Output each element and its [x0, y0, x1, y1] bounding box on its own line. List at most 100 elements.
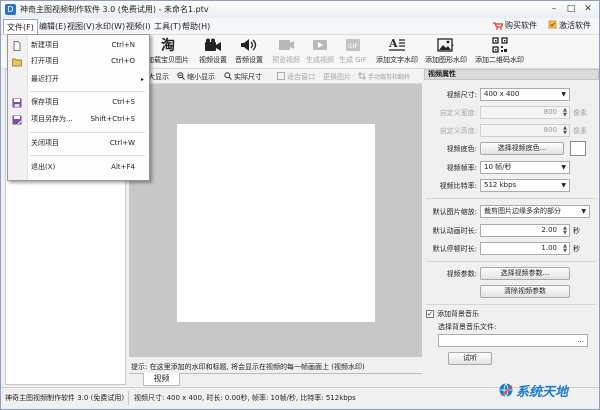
text-watermark-icon: A [388, 37, 406, 53]
test-listen-button[interactable]: 试听 [448, 352, 492, 365]
spinner-icon: ▲ ▼ [563, 125, 567, 136]
close-button[interactable]: ✕ [581, 3, 595, 15]
canvas-tab-row: 视频 [129, 373, 422, 386]
new-file-icon [12, 41, 22, 51]
speaker-icon [240, 37, 258, 53]
chevron-down-icon: ▼ [561, 182, 566, 189]
pause-duration-value: 1.00 [541, 244, 557, 252]
image-scale-label: 默认图片缩放: [432, 208, 477, 216]
zoom-out-button[interactable]: 缩小显示 [177, 71, 215, 82]
bg-music-checkbox[interactable]: ✓ [426, 310, 434, 318]
image-scale-select[interactable]: 裁剪图片边缘多余的部分 ▼ [480, 205, 590, 218]
anim-duration-unit: 秒 [573, 227, 580, 235]
frame-rate-row: 视频帧率: 10 帧/秒 ▼ [424, 161, 599, 175]
pause-duration-field[interactable]: 1.00 ▲ ▼ [480, 242, 570, 255]
generate-gif-button[interactable]: GIF 生成 GIF [339, 37, 367, 67]
properties-header: 视频属性 [424, 69, 599, 80]
add-qrcode-watermark-button[interactable]: 添加二维码水印 [475, 37, 524, 67]
load-product-image-button[interactable]: 淘 加载宝贝图片 [147, 37, 189, 67]
activate-software-link[interactable]: 激活软件 [548, 20, 591, 31]
generate-video-button[interactable]: 生成视频 [306, 37, 334, 67]
video-settings-button[interactable]: 视频设置 [199, 37, 227, 67]
minimize-button[interactable]: – [547, 3, 561, 15]
bg-music-checkbox-row[interactable]: ✓ 添加背景音乐 [426, 309, 479, 319]
manual-crop-flip-label: 手动裁剪和翻转 [368, 74, 411, 81]
video-size-select[interactable]: 400 x 400 ▼ [480, 88, 570, 101]
menu-item-exit[interactable]: 退出(X) Alt+F4 [8, 161, 149, 174]
video-size-value: 400 x 400 [484, 90, 520, 98]
preview-video-button[interactable]: 预览视频 [272, 37, 300, 67]
clear-video-params-button[interactable]: 清除视频参数 [480, 285, 570, 298]
crop-icon [358, 71, 366, 82]
menu-item-save-project[interactable]: 保存项目 Ctrl+S [8, 96, 149, 109]
save-as-label: 项目另存为... [31, 115, 73, 123]
anim-duration-field[interactable]: 2.00 ▲ ▼ [480, 224, 570, 237]
save-icon [12, 98, 22, 108]
bg-color-label: 视频底色: [446, 145, 477, 153]
menu-file[interactable]: 文件(F) [3, 19, 38, 34]
cart-icon [493, 21, 503, 30]
menu-item-close-project[interactable]: 关闭项目 Ctrl+W [8, 137, 149, 150]
preview-video-label: 预览视频 [272, 56, 300, 64]
add-text-watermark-button[interactable]: A 添加文字水印 [376, 37, 418, 67]
divider [426, 198, 597, 199]
bitrate-value: 512 kbps [484, 181, 517, 189]
bitrate-row: 视频比特率: 512 kbps ▼ [424, 179, 599, 193]
audio-settings-button[interactable]: 音频设置 [235, 37, 263, 67]
menu-video[interactable]: 视频(I) [123, 19, 154, 34]
status-divider [128, 391, 129, 405]
canvas-area[interactable] [129, 84, 422, 357]
menu-separator [30, 91, 145, 92]
gif-icon: GIF [344, 37, 362, 53]
add-image-watermark-button[interactable]: 添加图形水印 [425, 37, 467, 67]
app-logo-icon: D [5, 4, 16, 15]
choose-bg-color-button[interactable]: 选择视频底色... [480, 142, 564, 155]
fit-window-button[interactable]: 适合窗口 [277, 71, 315, 82]
change-image-label: 更换图片 [323, 72, 351, 81]
custom-height-label: 自定义高度: [439, 127, 477, 135]
exit-shortcut: Alt+F4 [111, 163, 135, 171]
activate-software-label: 激活软件 [559, 21, 591, 30]
menu-item-recent[interactable]: 最近打开 ▸ [8, 73, 149, 86]
bg-color-swatch[interactable] [570, 141, 586, 156]
save-project-label: 保存项目 [31, 98, 59, 106]
video-preview-canvas[interactable] [177, 124, 375, 322]
custom-height-field[interactable]: 800 ▲ ▼ [480, 124, 570, 137]
status-app-name: 神奇主图视频制作软件 3.0 (免费试用) [5, 394, 125, 402]
custom-width-field[interactable]: 800 ▲ ▼ [480, 106, 570, 119]
choose-video-params-button[interactable]: 选择视频参数... [480, 267, 570, 280]
music-file-input[interactable]: ... [438, 334, 588, 347]
buy-software-link[interactable]: 购买软件 [493, 20, 537, 31]
audio-settings-label: 音频设置 [235, 56, 263, 64]
image-scale-row: 默认图片缩放: 裁剪图片边缘多余的部分 ▼ [424, 205, 599, 219]
activate-icon [548, 20, 557, 31]
bitrate-label: 视频比特率: [439, 182, 477, 190]
save-project-shortcut: Ctrl+S [112, 98, 135, 106]
actual-size-button[interactable]: 实际尺寸 [224, 71, 262, 82]
frame-rate-value: 10 帧/秒 [484, 163, 512, 171]
chevron-down-icon: ▼ [561, 164, 566, 171]
video-params-row: 视频参数: 选择视频参数... [424, 267, 599, 281]
browse-button[interactable]: ... [577, 336, 584, 344]
manual-crop-flip-button[interactable]: 手动裁剪和翻转 [358, 71, 410, 82]
site-watermark: 系统天地 [498, 381, 568, 400]
zoom-out-icon [177, 71, 185, 82]
menu-help[interactable]: 帮助(H) [179, 19, 213, 34]
music-file-label: 选择背景音乐文件: [438, 323, 497, 331]
change-image-button[interactable]: 更换图片 [323, 71, 351, 82]
tab-video[interactable]: 视频 [143, 373, 180, 386]
close-project-shortcut: Ctrl+W [109, 139, 135, 147]
frame-rate-select[interactable]: 10 帧/秒 ▼ [480, 161, 570, 174]
menu-item-open-project[interactable]: 打开项目 Ctrl+O [8, 55, 149, 68]
bitrate-select[interactable]: 512 kbps ▼ [480, 179, 570, 192]
custom-width-value: 800 [543, 108, 557, 116]
menu-item-save-as[interactable]: 项目另存为... Shift+Ctrl+S [8, 113, 149, 126]
save-as-shortcut: Shift+Ctrl+S [90, 115, 135, 123]
maximize-button[interactable]: □ [564, 3, 578, 15]
menu-item-new-project[interactable]: 新建项目 Ctrl+N [8, 39, 149, 52]
image-scale-value: 裁剪图片边缘多余的部分 [484, 207, 561, 215]
video-size-row: 视频尺寸: 400 x 400 ▼ [424, 88, 599, 102]
menu-separator [30, 155, 145, 156]
pause-duration-label: 默认停顿时长: [432, 245, 477, 253]
pause-duration-row: 默认停顿时长: 1.00 ▲ ▼ 秒 [424, 242, 599, 256]
